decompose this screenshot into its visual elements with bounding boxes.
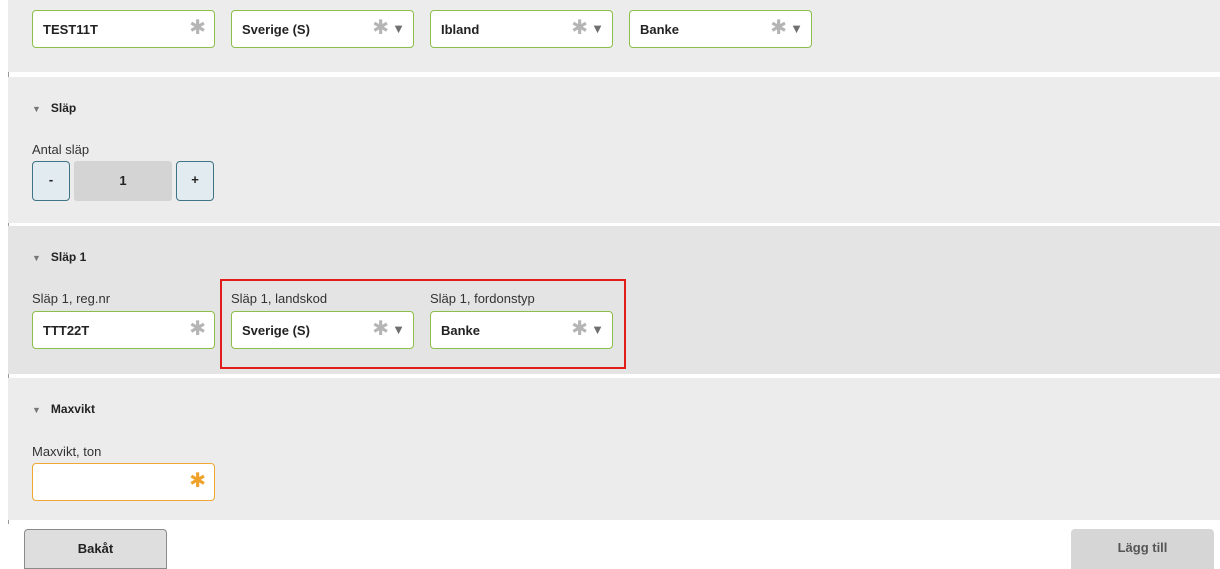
vehicle-type-value: Banke — [640, 22, 680, 37]
triangle-down-icon[interactable]: ▼ — [392, 21, 405, 36]
triangle-down-icon[interactable]: ▼ — [591, 21, 604, 36]
back-button[interactable]: Bakåt — [24, 529, 167, 569]
reg-number-field[interactable]: TEST11T ✱ — [32, 10, 215, 48]
asterisk-icon: ✱ — [770, 17, 787, 39]
count-value[interactable]: 1 — [74, 161, 172, 201]
increment-button[interactable]: + — [176, 161, 214, 201]
slap-heading-text: Släp — [50, 101, 77, 115]
frequency-select[interactable]: Ibland ✱ ▼ — [430, 10, 613, 48]
maxvikt-input[interactable]: ✱ — [32, 463, 215, 501]
count-label: Antal släp — [32, 142, 90, 157]
slap1-heading-text: Släp 1 — [50, 250, 87, 264]
frequency-value: Ibland — [441, 22, 480, 37]
triangle-down-icon[interactable]: ▼ — [790, 21, 803, 36]
collapse-triangle-icon: ▼ — [32, 253, 41, 263]
collapse-triangle-icon: ▼ — [32, 405, 41, 415]
asterisk-icon: ✱ — [189, 470, 206, 492]
slap1-reg-value: TTT22T — [43, 323, 90, 338]
asterisk-icon: ✱ — [189, 318, 206, 340]
decrement-button[interactable]: - — [32, 161, 70, 201]
highlight-box — [220, 279, 626, 369]
slap1-reg-field[interactable]: TTT22T ✱ — [32, 311, 215, 349]
slap-heading[interactable]: ▼ Släp — [32, 101, 76, 115]
slap1-heading[interactable]: ▼ Släp 1 — [32, 250, 86, 264]
slap1-reg-label: Släp 1, reg.nr — [32, 291, 111, 306]
vehicle-type-select[interactable]: Banke ✱ ▼ — [629, 10, 812, 48]
asterisk-icon: ✱ — [189, 17, 206, 39]
asterisk-icon: ✱ — [571, 17, 588, 39]
slap-section — [8, 77, 1220, 223]
country-value: Sverige (S) — [242, 22, 310, 37]
maxvikt-label: Maxvikt, ton — [32, 444, 102, 459]
asterisk-icon: ✱ — [372, 17, 389, 39]
collapse-triangle-icon: ▼ — [32, 104, 41, 114]
reg-number-value: TEST11T — [43, 22, 98, 37]
maxvikt-heading-text: Maxvikt — [50, 402, 95, 416]
country-select[interactable]: Sverige (S) ✱ ▼ — [231, 10, 414, 48]
add-button[interactable]: Lägg till — [1071, 529, 1214, 569]
maxvikt-heading[interactable]: ▼ Maxvikt — [32, 402, 95, 416]
